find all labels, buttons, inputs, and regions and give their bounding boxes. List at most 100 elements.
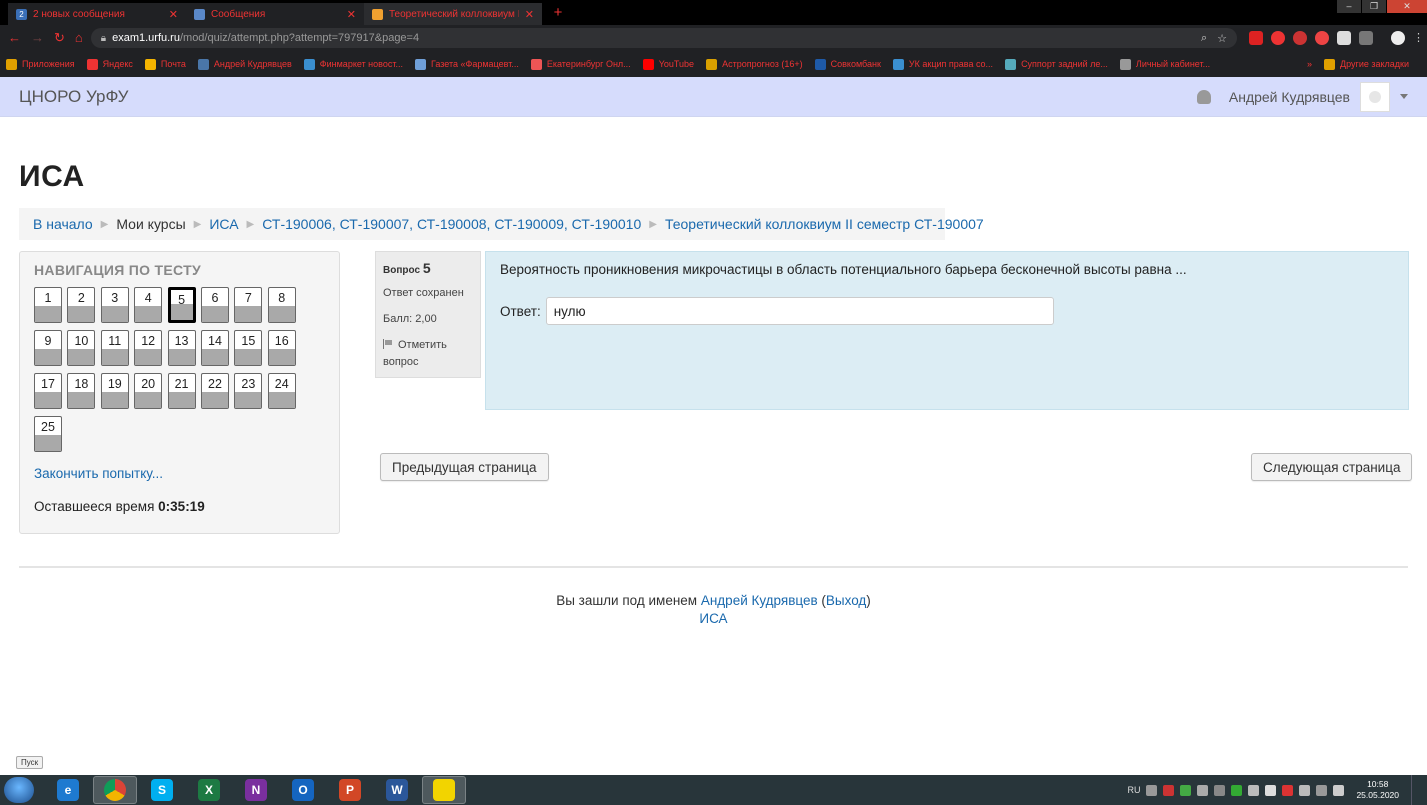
minimize-button[interactable]: – (1337, 0, 1361, 13)
pusk-button[interactable]: Пуск (16, 756, 44, 769)
profile-link[interactable]: Андрей Кудрявцев (701, 593, 818, 608)
tray-icon[interactable] (1180, 784, 1192, 796)
previous-page-button[interactable]: Предыдущая страница (380, 453, 549, 481)
user-menu-name[interactable]: Андрей Кудрявцев (1229, 89, 1350, 105)
close-tab-icon[interactable]: ✕ (525, 8, 534, 21)
taskbar-app-button[interactable]: X (187, 776, 231, 804)
reload-icon[interactable]: ↻ (54, 30, 65, 46)
chevron-down-icon[interactable] (1400, 94, 1408, 99)
bookmark-star-icon[interactable]: ☆ (1217, 32, 1227, 45)
question-nav-button[interactable]: 6 (200, 287, 229, 323)
back-icon[interactable]: ← (8, 30, 21, 46)
maximize-button[interactable]: ❐ (1362, 0, 1386, 13)
taskbar-app-button[interactable]: e (46, 776, 90, 804)
profile-icon[interactable] (1391, 31, 1405, 45)
tray-icon[interactable] (1214, 784, 1226, 796)
breadcrumb-item[interactable]: СТ-190006, СТ-190007, СТ-190008, СТ-1900… (262, 216, 641, 232)
question-nav-button[interactable]: 19 (100, 373, 129, 409)
tray-icon[interactable] (1248, 784, 1260, 796)
bookmark-item[interactable]: УК акцип права со... (892, 58, 993, 70)
logout-link[interactable]: Выход (826, 593, 866, 608)
next-page-button[interactable]: Следующая страница (1251, 453, 1413, 481)
avatar[interactable] (1360, 81, 1390, 112)
taskbar-app-button[interactable] (93, 776, 137, 804)
question-nav-button[interactable]: 18 (67, 373, 96, 409)
question-nav-button[interactable]: 4 (134, 287, 163, 323)
new-tab-button[interactable]: + (548, 4, 568, 21)
question-nav-button[interactable]: 13 (167, 330, 196, 366)
menu-icon[interactable]: ⋮ (1413, 31, 1424, 45)
breadcrumb-item[interactable]: ИСА (209, 216, 238, 232)
answer-input[interactable] (545, 297, 1054, 325)
bookmark-item[interactable]: Екатеринбург Онл... (530, 58, 631, 70)
question-nav-button[interactable]: 7 (234, 287, 263, 323)
taskbar-app-button[interactable]: W (375, 776, 419, 804)
tray-icon[interactable] (1163, 784, 1175, 796)
address-bar[interactable]: 🔒︎ exam1.urfu.ru/mod/quiz/attempt.php?at… (90, 28, 1237, 48)
adblock-extension-icon[interactable] (1249, 31, 1263, 45)
clock[interactable]: 10:58 25.05.2020 (1356, 779, 1399, 801)
close-tab-icon[interactable]: ✕ (169, 8, 178, 21)
tray-icon[interactable] (1197, 784, 1209, 796)
bookmark-item[interactable]: Астропрогноз (16+) (706, 58, 803, 70)
bookmark-item[interactable]: Совкомбанк (814, 58, 881, 70)
browser-tab[interactable]: 22 новых сообщения ✕ (8, 3, 186, 25)
bookmark-item[interactable]: Приложения (6, 58, 75, 70)
close-window-button[interactable]: ✕ (1387, 0, 1427, 13)
question-nav-button[interactable]: 23 (234, 373, 263, 409)
taskbar-app-button[interactable]: O (281, 776, 325, 804)
breadcrumb-item[interactable]: Теоретический коллоквиум II семестр СТ-1… (665, 216, 984, 232)
question-nav-button[interactable]: 1 (34, 287, 62, 323)
question-nav-button[interactable]: 15 (234, 330, 263, 366)
question-nav-button[interactable]: 5 (167, 287, 196, 323)
browser-tab[interactable]: Теоретический коллоквиум II с ✕ (364, 3, 542, 25)
course-home-link[interactable]: ИСА (699, 611, 727, 626)
home-icon[interactable]: ⌂ (75, 30, 83, 46)
taskbar-app-button[interactable]: N (234, 776, 278, 804)
notification-bell-icon[interactable] (1196, 89, 1211, 104)
start-button[interactable] (4, 777, 34, 803)
question-nav-button[interactable]: 24 (267, 373, 296, 409)
bookmark-item[interactable]: Яндекс (86, 58, 133, 70)
tray-icon[interactable] (1231, 784, 1243, 796)
question-nav-button[interactable]: 10 (67, 330, 96, 366)
extension-icon[interactable] (1359, 31, 1373, 45)
tray-icon[interactable] (1282, 784, 1294, 796)
question-nav-button[interactable]: 22 (200, 373, 229, 409)
question-nav-button[interactable]: 3 (100, 287, 129, 323)
question-nav-button[interactable]: 20 (134, 373, 163, 409)
question-nav-button[interactable]: 17 (34, 373, 62, 409)
question-nav-button[interactable]: 11 (100, 330, 129, 366)
browser-tab[interactable]: Сообщения ✕ (186, 3, 364, 25)
taskbar-app-button[interactable]: S (140, 776, 184, 804)
extension-icon[interactable] (1315, 31, 1329, 45)
extension-icon[interactable] (1293, 31, 1307, 45)
show-desktop-button[interactable] (1411, 775, 1419, 805)
question-nav-button[interactable]: 14 (200, 330, 229, 366)
bookmark-item[interactable]: Личный кабинет... (1119, 58, 1210, 70)
forward-icon[interactable]: → (31, 30, 44, 46)
zoom-icon[interactable]: ⌕ (1201, 32, 1207, 45)
flag-tray-icon[interactable] (1316, 784, 1328, 796)
finish-attempt-link[interactable]: Закончить попытку... (34, 466, 325, 481)
language-indicator[interactable]: RU (1127, 785, 1140, 795)
question-nav-button[interactable]: 8 (267, 287, 296, 323)
network-icon[interactable] (1299, 784, 1311, 796)
bookmark-item[interactable]: Финмаркет новост... (303, 58, 403, 70)
site-brand-link[interactable]: ЦНОРО УрФУ (19, 87, 128, 107)
taskbar-app-button[interactable] (422, 776, 466, 804)
question-nav-button[interactable]: 2 (67, 287, 96, 323)
tray-icon[interactable] (1265, 784, 1277, 796)
volume-icon[interactable] (1333, 784, 1345, 796)
other-bookmarks-folder[interactable]: Другие закладки (1324, 58, 1409, 70)
extension-icon[interactable] (1271, 31, 1285, 45)
bookmark-item[interactable]: Суппорт задний ле... (1005, 58, 1108, 70)
question-nav-button[interactable]: 25 (34, 416, 62, 452)
taskbar-app-button[interactable]: P (328, 776, 372, 804)
bookmark-item[interactable]: YouTube (642, 58, 694, 70)
question-nav-button[interactable]: 16 (267, 330, 296, 366)
flag-question-toggle[interactable]: Отметить вопрос (383, 337, 473, 371)
extension-icon[interactable] (1337, 31, 1351, 45)
close-tab-icon[interactable]: ✕ (347, 8, 356, 21)
bookmark-item[interactable]: Газета «Фармацевт... (414, 58, 519, 70)
